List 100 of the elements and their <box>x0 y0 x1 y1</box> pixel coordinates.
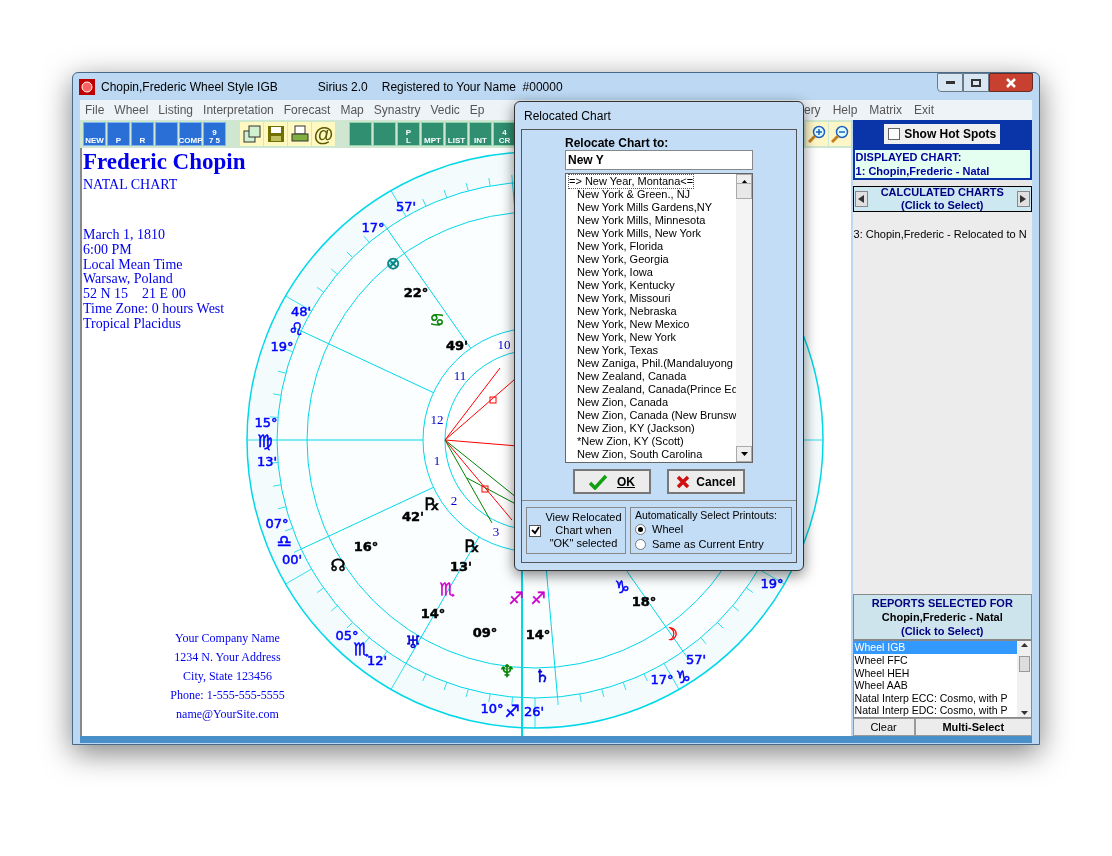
house-number: 2 <box>450 493 458 508</box>
menu-item[interactable]: Map <box>335 101 369 119</box>
report-item[interactable]: Wheel AAB <box>853 679 1017 692</box>
wheel-label: ♌ <box>288 319 304 339</box>
menu-item[interactable]: Help <box>826 101 864 119</box>
location-item[interactable]: New York, Florida <box>577 240 664 253</box>
location-item[interactable]: New Zion, Canada <box>577 396 669 409</box>
menu-item[interactable]: Ep <box>464 101 490 119</box>
menu-item[interactable]: Synastry <box>368 101 426 119</box>
print-button[interactable] <box>288 122 311 146</box>
radio-label: Wheel <box>652 522 684 537</box>
wheel-label: ☊ <box>330 555 346 575</box>
menu-item[interactable]: Forecast <box>278 101 336 119</box>
location-item[interactable]: New York Mills Gardens,NY <box>577 201 713 214</box>
menu-item[interactable]: Matrix <box>863 101 908 119</box>
toolbar-button[interactable]: P L <box>397 122 420 146</box>
toolbar-button[interactable]: P <box>107 122 130 146</box>
menu-item[interactable]: Interpretation <box>198 101 279 119</box>
view-relocated-checkbox[interactable] <box>529 524 541 537</box>
toolbar-button[interactable]: LIST <box>445 122 468 146</box>
wheel-label: 14° <box>525 626 551 642</box>
windows-button[interactable] <box>240 122 263 146</box>
toolbar-button[interactable]: R <box>131 122 154 146</box>
menu-item[interactable]: Listing <box>153 101 199 119</box>
cancel-button[interactable]: Cancel <box>667 469 745 494</box>
right-triangle-icon <box>1020 195 1027 203</box>
calculated-chart-item[interactable]: 3: Chopin,Frederic - Relocated to N <box>852 226 1032 243</box>
location-item[interactable]: => New Year, Montana<= <box>569 175 694 188</box>
scroll-left-button[interactable] <box>854 191 868 207</box>
toolbar-button[interactable]: NEW <box>83 122 106 146</box>
location-item[interactable]: New York Mills, Minnesota <box>577 214 706 227</box>
wheel-label: 09° <box>472 624 498 640</box>
toolbar-button[interactable]: 9 7 5 <box>203 122 226 146</box>
location-item[interactable]: New Zaniga, Phil.(Mandaluyong <box>577 357 733 370</box>
close-button[interactable] <box>989 73 1033 92</box>
wheel-label: 15° <box>254 414 278 430</box>
wheel-label: 19° <box>270 338 294 354</box>
menu-item[interactable]: Vedic <box>425 101 465 119</box>
location-item[interactable]: New York, New York <box>577 331 677 344</box>
panel-heading: DISPLAYED CHART: <box>855 150 963 164</box>
menu-item[interactable]: Wheel <box>109 101 154 119</box>
chart-detail: Local Mean Time <box>83 257 183 273</box>
toolbar-button[interactable]: INT <box>469 122 492 146</box>
house-number: 12 <box>430 412 444 427</box>
maximize-button[interactable] <box>963 73 989 92</box>
location-item[interactable]: New York, Kentucky <box>577 279 675 292</box>
toolbar-button[interactable]: @ <box>312 122 335 146</box>
minimize-icon <box>945 81 955 84</box>
location-item[interactable]: *New Zion, KY (Scott) <box>577 435 684 448</box>
chart-detail: Tropical Placidus <box>83 316 181 332</box>
radio-button[interactable] <box>635 524 646 535</box>
toolbar-button[interactable]: MPT <box>421 122 444 146</box>
location-item[interactable]: New York, New Mexico <box>577 318 690 331</box>
house-number: 3 <box>492 524 500 539</box>
location-item[interactable]: New York, Georgia <box>577 253 669 266</box>
location-item[interactable]: New York Mills, New York <box>577 227 702 240</box>
menu-item[interactable]: Exit <box>908 101 940 119</box>
wheel-label: 48' <box>290 303 312 319</box>
reports-chart: Chopin,Frederic - Natal <box>881 610 1003 625</box>
hot-spots-checkbox[interactable]: Show Hot Spots <box>884 124 1001 144</box>
zoom-out-button[interactable] <box>828 122 851 146</box>
menu-item[interactable]: File <box>80 101 110 119</box>
location-item[interactable]: New York, Texas <box>577 344 659 357</box>
scrollbar[interactable] <box>736 174 752 462</box>
x-icon <box>676 474 691 489</box>
report-item[interactable]: Wheel HEH <box>853 666 1017 680</box>
wheel-label: ♄ <box>534 666 550 686</box>
zoom-in-button[interactable] <box>805 122 828 146</box>
registration-text: Registered to Your Name #00000 <box>381 78 563 96</box>
scrollbar-thumb[interactable] <box>1018 656 1030 673</box>
zoom-in-icon <box>807 125 826 143</box>
report-item[interactable]: Natal Interp EDC: Cosmo, with P <box>853 704 1017 717</box>
location-item[interactable]: New York, Missouri <box>577 292 671 305</box>
location-item[interactable]: New York, Iowa <box>577 266 653 279</box>
zoom-out-icon <box>830 125 849 143</box>
location-item[interactable]: New Zealand, Canada <box>577 370 687 383</box>
clear-button[interactable]: Clear <box>852 718 915 736</box>
location-item[interactable]: New Zion, KY (Jackson) <box>577 422 695 435</box>
scroll-right-button[interactable] <box>1017 191 1030 207</box>
location-item[interactable]: New York, Nebraska <box>577 305 677 318</box>
minimize-button[interactable] <box>937 73 963 92</box>
save-button[interactable] <box>264 122 287 146</box>
radio-button[interactable] <box>635 539 646 550</box>
panel-heading: CALCULATED CHARTS <box>880 186 1004 199</box>
location-input[interactable]: New Y <box>565 150 753 170</box>
windows-icon <box>242 125 261 143</box>
location-item[interactable]: New Zion, South Carolina <box>577 448 703 461</box>
multi-select-button[interactable]: Multi-Select <box>914 718 1032 736</box>
ok-button[interactable]: OK <box>573 469 651 494</box>
report-item[interactable]: Wheel FFC <box>853 654 1017 667</box>
scrollbar[interactable] <box>1017 641 1031 717</box>
toolbar-button[interactable]: 4 CR <box>493 122 516 146</box>
report-item[interactable]: Natal Interp ECC: Cosmo, with P <box>853 691 1017 705</box>
printer-icon <box>290 125 309 143</box>
wheel-label: 17° <box>361 219 385 235</box>
displayed-chart: 1: Chopin,Frederic - Natal <box>855 164 991 178</box>
location-item[interactable]: New York & Green., NJ <box>577 188 691 201</box>
checkbox[interactable] <box>888 128 901 140</box>
maximize-icon <box>971 78 981 87</box>
location-item[interactable]: New Zion, Canada (New Brunsw <box>577 409 736 422</box>
